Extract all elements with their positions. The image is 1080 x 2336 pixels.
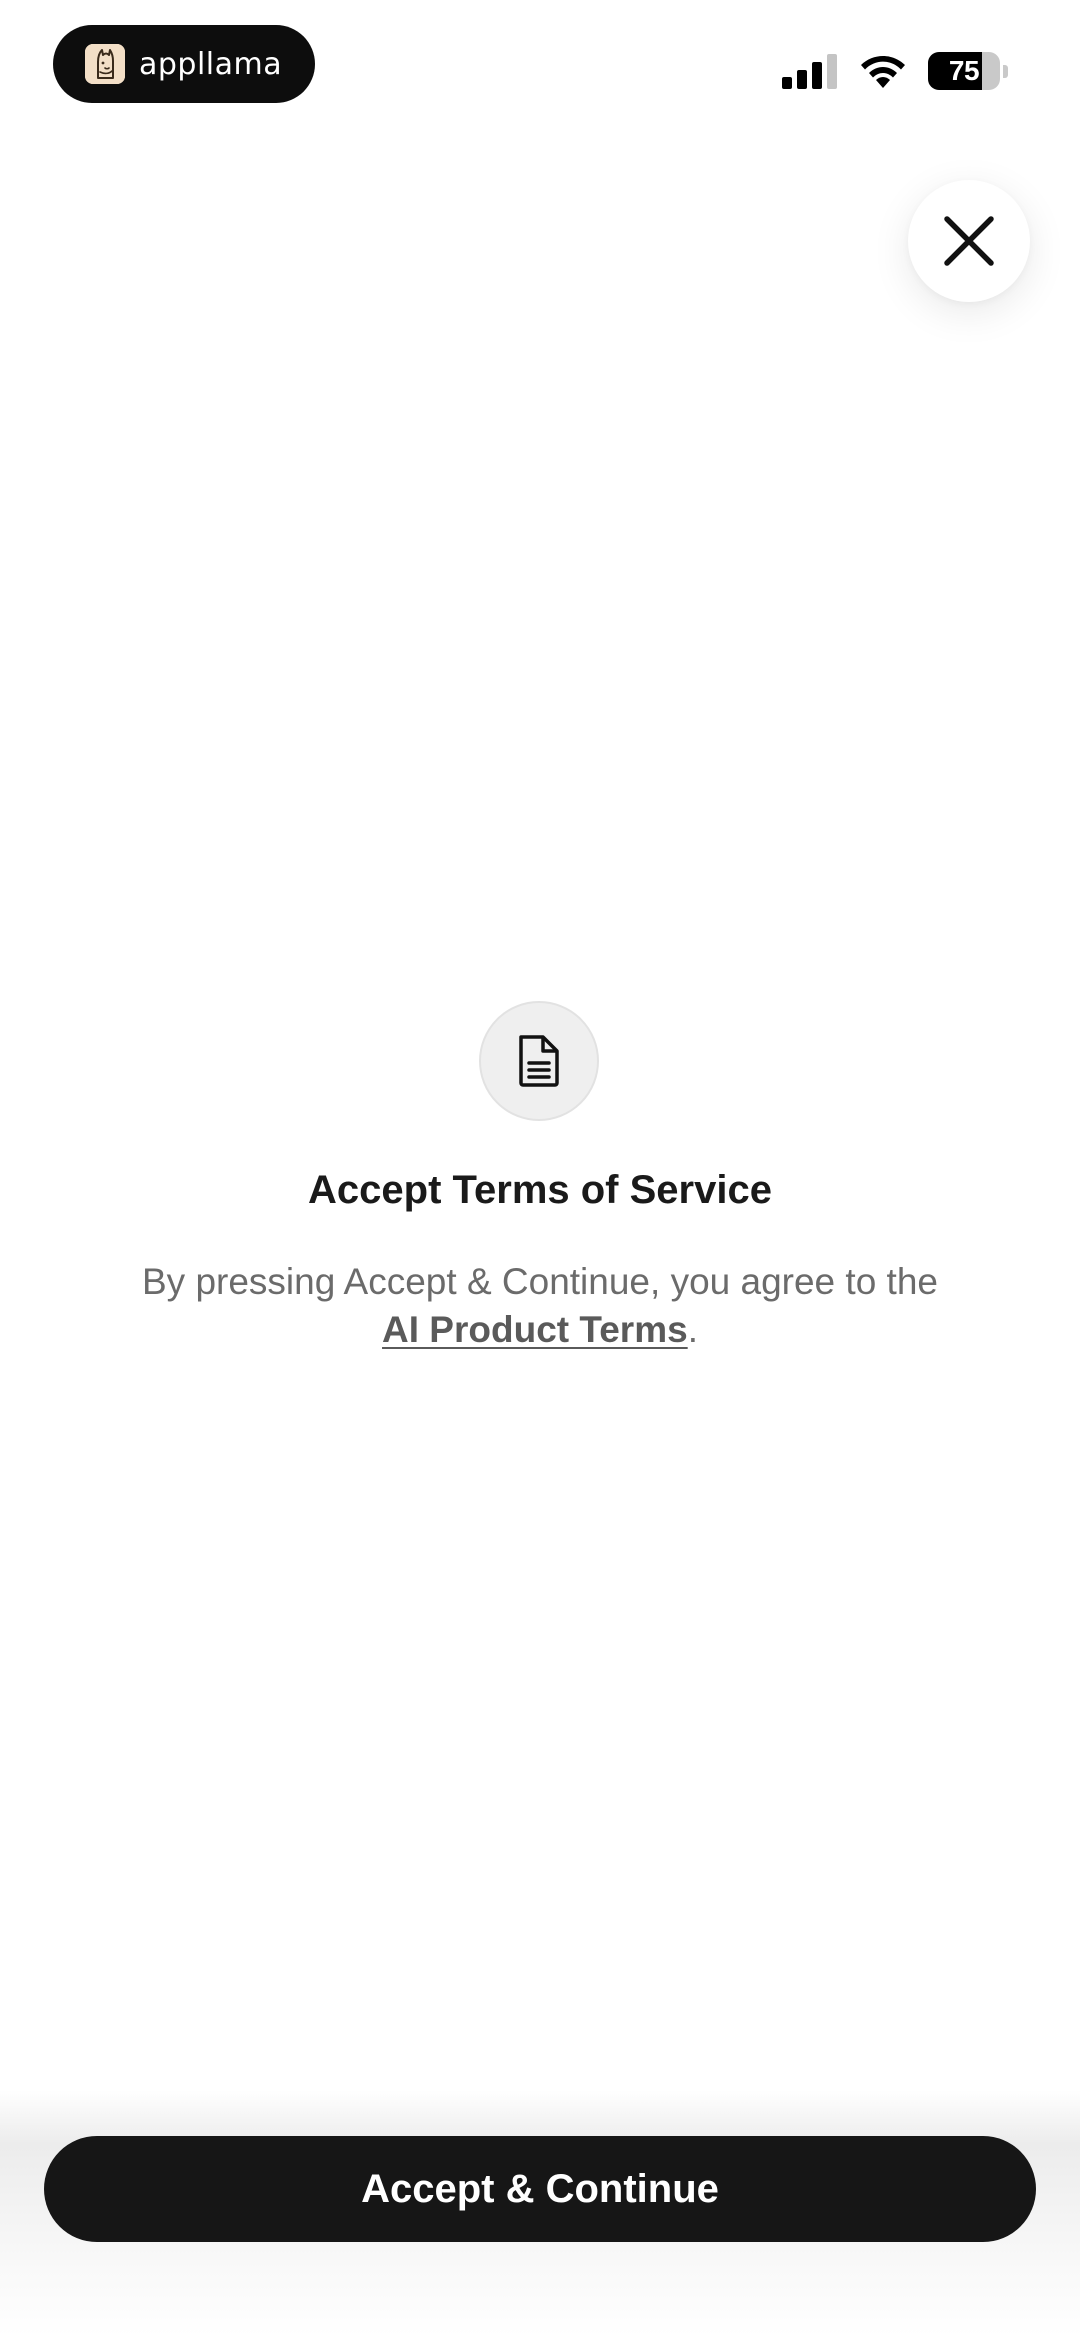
ai-product-terms-link[interactable]: AI Product Terms <box>382 1309 688 1350</box>
terms-description-suffix: . <box>687 1309 698 1350</box>
battery-indicator: 75 <box>928 52 1008 90</box>
screen: appllama 75 Accept Terms of Service By p… <box>0 0 1080 2336</box>
document-icon <box>519 1035 559 1087</box>
terms-description: By pressing Accept & Continue, you agree… <box>120 1258 960 1354</box>
battery-level: 75 <box>948 55 980 86</box>
app-pill[interactable]: appllama <box>53 25 315 103</box>
cellular-signal-icon <box>782 54 837 89</box>
app-pill-label: appllama <box>139 46 283 82</box>
wifi-icon <box>861 56 905 88</box>
accept-continue-button[interactable]: Accept & Continue <box>44 2136 1036 2242</box>
battery-icon: 75 <box>928 52 1000 90</box>
llama-logo-icon <box>85 44 125 84</box>
page-title: Accept Terms of Service <box>308 1168 772 1212</box>
close-button[interactable] <box>908 180 1030 302</box>
close-icon <box>944 216 994 266</box>
status-icons: 75 <box>782 50 1008 92</box>
document-badge <box>479 1001 599 1121</box>
battery-nub <box>1003 64 1008 78</box>
terms-description-prefix: By pressing Accept & Continue, you agree… <box>142 1261 938 1302</box>
status-bar: appllama 75 <box>0 0 1080 130</box>
